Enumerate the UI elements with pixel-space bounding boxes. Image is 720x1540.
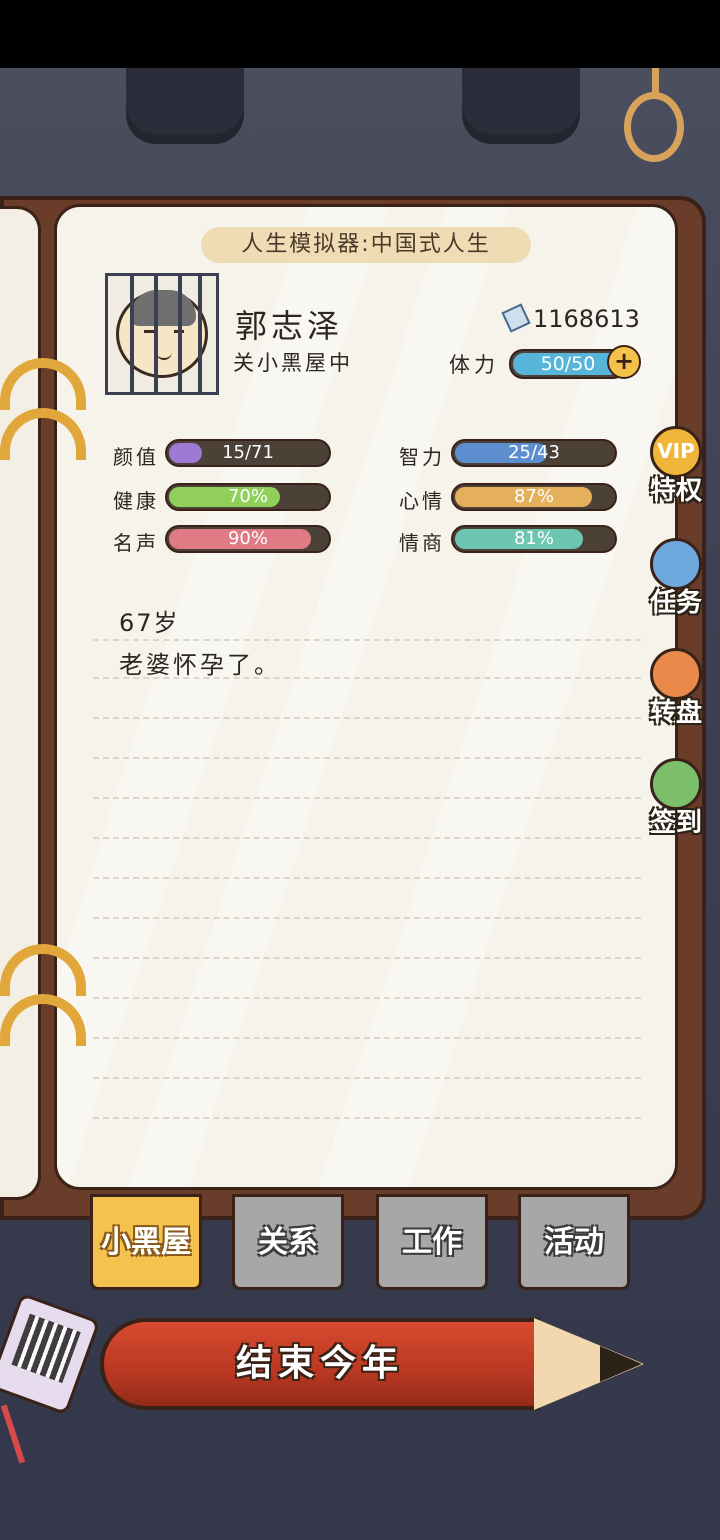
ruled-line (93, 757, 641, 759)
pencil-lead-icon (600, 1346, 642, 1382)
stat-label: 颜值 (113, 445, 159, 469)
task-button[interactable]: 任务 (638, 538, 714, 628)
game-title: 人生模拟器:中国式人生 (201, 227, 531, 263)
ruled-line (93, 877, 641, 879)
ruled-line (93, 1117, 641, 1119)
stat-label: 健康 (113, 489, 159, 513)
stat-bar: 70% (165, 483, 331, 511)
status-bar (0, 0, 720, 68)
jail-bar (178, 276, 182, 392)
avatar[interactable] (105, 273, 219, 395)
currency-amount: 1168613 (533, 305, 640, 333)
jail-bar (130, 276, 134, 392)
stat-bar: 81% (451, 525, 617, 553)
ruled-line (93, 957, 641, 959)
stat-value: 25/43 (508, 442, 560, 463)
stat-label: 智力 (399, 445, 445, 469)
notebook-page: 人生模拟器:中国式人生 郭志泽 关小黑屋中 1168613 体力 50/50 +… (54, 204, 678, 1190)
checkin-label: 签到 (649, 808, 702, 838)
ruled-line (93, 917, 641, 919)
stamina-label: 体力 (449, 353, 499, 377)
hair (130, 290, 196, 326)
ruled-line (93, 997, 641, 999)
vip-privilege-label: 特权 (649, 476, 702, 506)
log-age: 67岁 (119, 609, 180, 637)
stat-value: 70% (227, 486, 268, 507)
wheel-button[interactable]: 转盘 (638, 648, 714, 738)
stat-bar: 90% (165, 525, 331, 553)
log-event: 老婆怀孕了。 (119, 651, 281, 679)
ruled-line (93, 837, 641, 839)
wheel-label: 转盘 (649, 698, 702, 728)
task-label: 任务 (649, 588, 702, 618)
player-name: 郭志泽 (235, 307, 344, 345)
qr-code-icon (11, 1313, 81, 1383)
tab-dark-room[interactable]: 小黑屋 (90, 1194, 202, 1290)
stat-label: 心情 (399, 489, 445, 513)
checkin-button[interactable]: 签到 (638, 758, 714, 848)
banknote-icon (501, 303, 531, 333)
stat-label: 名声 (113, 531, 159, 555)
stat-bar: 25/43 (451, 439, 617, 467)
ruled-line (93, 1037, 641, 1039)
ruled-line (93, 797, 641, 799)
player-status: 关小黑屋中 (233, 351, 353, 375)
ruled-line (93, 639, 641, 641)
stat-value: 90% (227, 528, 268, 549)
ruled-line (93, 717, 641, 719)
ceiling-pillar (126, 68, 244, 144)
tab-activity[interactable]: 活动 (518, 1194, 630, 1290)
vip-badge-text: VIP (657, 439, 695, 463)
stat-bar: 15/71 (165, 439, 331, 467)
stat-label: 情商 (399, 531, 445, 555)
jail-bar (198, 276, 202, 392)
eye (144, 330, 154, 333)
jail-bar (154, 276, 158, 392)
stat-value: 81% (513, 528, 554, 549)
stat-value: 15/71 (222, 442, 274, 463)
notebook-left-page (0, 206, 41, 1200)
ruled-line (93, 1077, 641, 1079)
add-stamina-button[interactable]: + (607, 345, 641, 379)
stat-bar: 87% (451, 483, 617, 511)
stat-value: 87% (513, 486, 554, 507)
vip-privilege-button[interactable]: VIP 特权 (638, 426, 714, 516)
end-year-label: 结束今年 (235, 1343, 404, 1384)
ceiling-pillar (462, 68, 580, 144)
tab-relationship[interactable]: 关系 (232, 1194, 344, 1290)
hanging-ring-icon (624, 92, 684, 162)
tab-work[interactable]: 工作 (376, 1194, 488, 1290)
